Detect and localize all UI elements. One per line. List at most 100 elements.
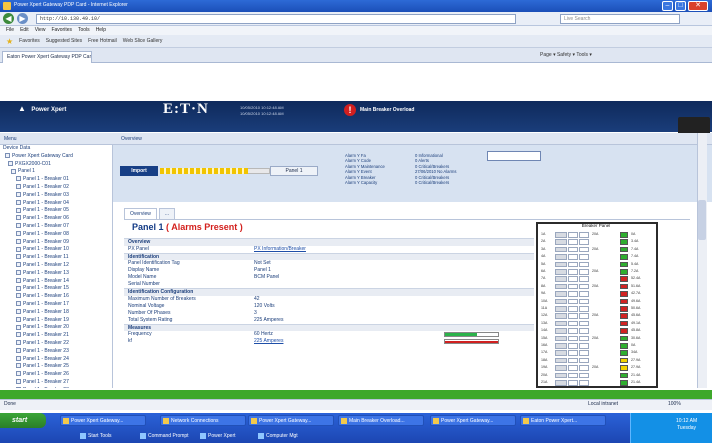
breaker-slot[interactable] [579, 335, 589, 342]
breaker-slot[interactable] [555, 246, 567, 253]
tree-item-breaker[interactable]: Panel 1 - Breaker 21 [0, 332, 112, 340]
tree-item-breaker[interactable]: Panel 1 - Breaker 08 [0, 231, 112, 239]
quick-launch-item[interactable]: Command Prompt [140, 431, 189, 441]
breaker-slot[interactable] [568, 239, 578, 245]
alert-icon[interactable]: ! [344, 104, 356, 116]
breaker-slot[interactable] [555, 335, 567, 342]
browser-tab[interactable]: Eaton Power Xpert Gateway PDP Card [2, 51, 92, 63]
taskbar-task[interactable]: Network Connections [160, 415, 246, 426]
breaker-slot[interactable] [555, 306, 567, 312]
breaker-slot[interactable] [568, 276, 578, 282]
scrollbar-thumb[interactable] [698, 200, 706, 240]
close-button[interactable]: ✕ [688, 1, 708, 11]
search-input[interactable]: Live Search [560, 14, 680, 24]
zoom-level[interactable]: 100% [668, 401, 681, 407]
breaker-slot[interactable] [568, 335, 578, 342]
breaker-slot[interactable] [555, 320, 567, 327]
breaker-slot[interactable] [568, 357, 578, 364]
breaker-slot[interactable] [555, 350, 567, 356]
breaker-slot[interactable] [555, 283, 567, 290]
breaker-status[interactable] [620, 261, 628, 268]
tree-item-breaker[interactable]: Panel 1 - Breaker 28 [0, 387, 112, 388]
tree-item-breaker[interactable]: Panel 1 - Breaker 22 [0, 340, 112, 348]
tree-item-breaker[interactable]: Panel 1 - Breaker 24 [0, 356, 112, 364]
breaker-slot[interactable] [568, 254, 578, 260]
breaker-slot[interactable] [555, 261, 567, 268]
address-input[interactable]: http://10.130.49.10/ [36, 14, 516, 24]
breaker-slot[interactable] [579, 232, 589, 238]
tree-node[interactable]: Panel 1 [0, 168, 112, 176]
tree-item-breaker[interactable]: Panel 1 - Breaker 11 [0, 254, 112, 262]
detail-link[interactable]: 225 Amperes [254, 338, 283, 345]
breaker-slot[interactable] [555, 328, 567, 334]
import-button[interactable]: Import [120, 166, 158, 176]
tree-item-breaker[interactable]: Panel 1 - Breaker 18 [0, 309, 112, 317]
breaker-slot[interactable] [579, 283, 589, 290]
tree-item-breaker[interactable]: Panel 1 - Breaker 25 [0, 363, 112, 371]
breaker-slot[interactable] [579, 328, 589, 334]
breaker-slot[interactable] [568, 320, 578, 327]
favorite-suggested-sites[interactable]: Suggested Sites [46, 35, 82, 48]
breaker-status[interactable] [620, 313, 628, 319]
tree-item-breaker[interactable]: Panel 1 - Breaker 04 [0, 200, 112, 208]
tree-item-breaker[interactable]: Panel 1 - Breaker 13 [0, 270, 112, 278]
detail-link[interactable]: PX Information/Breaker [254, 246, 306, 253]
breaker-slot[interactable] [579, 246, 589, 253]
start-button[interactable]: start [0, 413, 46, 428]
breaker-slot[interactable] [555, 254, 567, 260]
status-input[interactable] [487, 151, 541, 161]
tree-item-breaker[interactable]: Panel 1 - Breaker 03 [0, 192, 112, 200]
taskbar-task[interactable]: Main Breaker Overload... [338, 415, 424, 426]
favorite-web-slice[interactable]: Web Slice Gallery [123, 35, 163, 48]
breaker-slot[interactable] [555, 357, 567, 364]
breaker-slot[interactable] [555, 380, 567, 386]
breaker-slot[interactable] [568, 350, 578, 356]
tree-item-breaker[interactable]: Panel 1 - Breaker 02 [0, 184, 112, 192]
breaker-slot[interactable] [579, 291, 589, 297]
breaker-slot[interactable] [579, 372, 589, 379]
tree-item-breaker[interactable]: Panel 1 - Breaker 26 [0, 371, 112, 379]
tree-item-breaker[interactable]: Panel 1 - Breaker 10 [0, 246, 112, 254]
breaker-slot[interactable] [568, 232, 578, 238]
breaker-slot[interactable] [579, 313, 589, 319]
menu-edit[interactable]: Edit [20, 26, 29, 35]
quick-launch-item[interactable]: Computer Mgt [258, 431, 298, 441]
breaker-slot[interactable] [579, 269, 589, 275]
breaker-slot[interactable] [568, 269, 578, 275]
breaker-slot[interactable] [579, 350, 589, 356]
breaker-slot[interactable] [568, 343, 578, 349]
breaker-status[interactable] [620, 276, 628, 282]
tree-item-breaker[interactable]: Panel 1 - Breaker 16 [0, 293, 112, 301]
favorites-button[interactable]: Favorites [19, 35, 40, 48]
breaker-status[interactable] [620, 254, 628, 260]
minimize-button[interactable]: – [662, 1, 673, 11]
breaker-slot[interactable] [555, 239, 567, 245]
breaker-slot[interactable] [568, 298, 578, 305]
breaker-slot[interactable] [568, 291, 578, 297]
breaker-slot[interactable] [568, 246, 578, 253]
forward-icon[interactable]: ▶ [17, 13, 28, 24]
breaker-slot[interactable] [579, 320, 589, 327]
tree-item-breaker[interactable]: Panel 1 - Breaker 15 [0, 285, 112, 293]
favorites-star-icon[interactable]: ★ [6, 35, 13, 48]
panel-select[interactable]: Panel 1 [270, 166, 318, 176]
menu-tools[interactable]: Tools [78, 26, 90, 35]
breaker-slot[interactable] [579, 298, 589, 305]
alert-message[interactable]: Main Breaker Overload [360, 107, 414, 113]
breaker-slot[interactable] [579, 357, 589, 364]
breaker-status[interactable] [620, 372, 628, 379]
breaker-status[interactable] [620, 269, 628, 275]
tree-item-breaker[interactable]: Panel 1 - Breaker 09 [0, 239, 112, 247]
quick-launch-item[interactable]: Start Tools [80, 431, 112, 441]
breaker-slot[interactable] [555, 298, 567, 305]
tree-root[interactable]: Device Data [0, 145, 112, 153]
breaker-slot[interactable] [579, 343, 589, 349]
breaker-slot[interactable] [579, 380, 589, 386]
breaker-slot[interactable] [555, 343, 567, 349]
back-icon[interactable]: ◀ [3, 13, 14, 24]
breaker-status[interactable] [620, 298, 628, 305]
breaker-slot[interactable] [555, 276, 567, 282]
breaker-slot[interactable] [555, 232, 567, 238]
tab-more[interactable]: ... [158, 208, 176, 219]
breaker-status[interactable] [620, 343, 628, 349]
